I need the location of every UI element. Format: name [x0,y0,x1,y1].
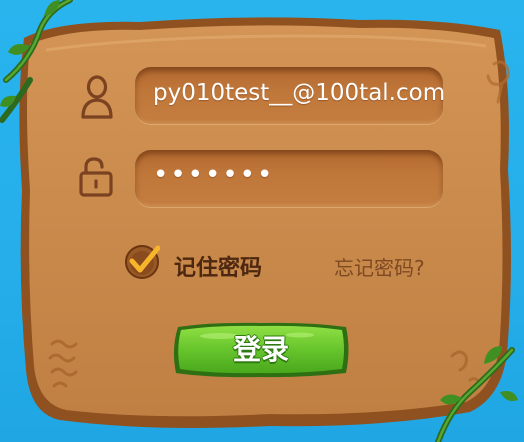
login-screen: py010test__@100tal.com ••••••• 记住密码 忘记密码… [0,0,524,442]
password-value: ••••••• [153,160,275,190]
username-field[interactable]: py010test__@100tal.com [135,67,446,124]
unlock-icon [79,157,113,197]
login-button[interactable]: 登录 [170,321,352,379]
user-icon [81,75,113,119]
login-button-label: 登录 [232,333,289,366]
forgot-password-link[interactable]: 忘记密码? [334,252,425,281]
check-icon[interactable] [124,244,160,280]
username-value: py010test__@100tal.com [153,80,446,106]
password-field[interactable]: ••••••• [135,150,443,207]
remember-password-label: 记住密码 [174,256,263,281]
